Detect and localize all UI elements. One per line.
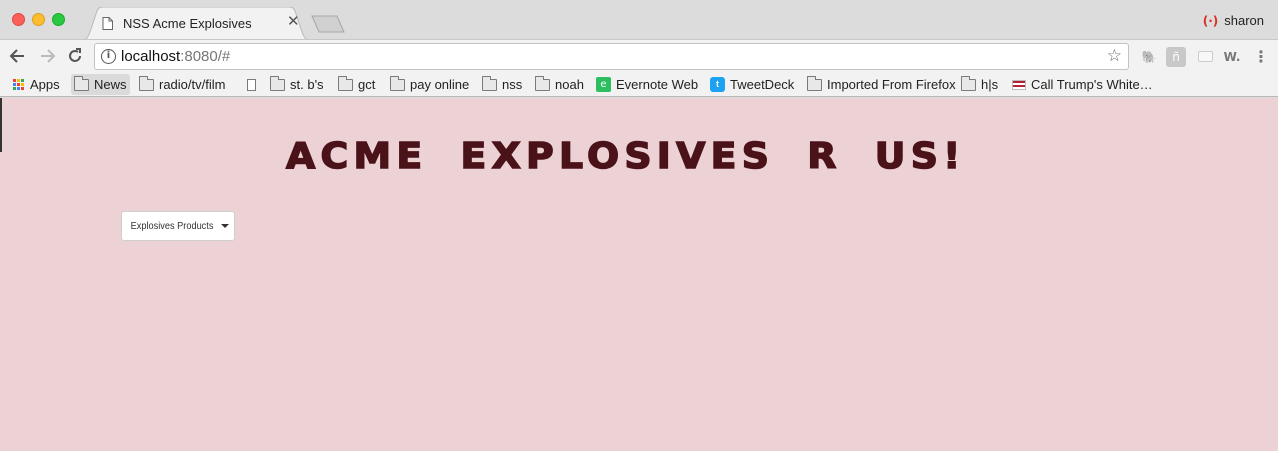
title-bar: NSS Acme Explosives ✕ (·) sharon bbox=[0, 0, 1278, 40]
new-tab-button[interactable] bbox=[310, 15, 346, 38]
bookmark-label: noah bbox=[555, 77, 584, 92]
bookmark-hs[interactable]: h|s bbox=[958, 74, 1001, 95]
folder-icon bbox=[807, 75, 822, 91]
info-icon[interactable]: i bbox=[101, 49, 116, 64]
bookmark-label: pay online bbox=[410, 77, 470, 92]
tab-title: NSS Acme Explosives bbox=[123, 16, 252, 31]
bookmark-nss[interactable]: nss bbox=[479, 74, 525, 95]
bookmark-evernote-web[interactable]: e Evernote Web bbox=[593, 74, 701, 95]
folder-icon bbox=[482, 75, 497, 91]
bookmark-star-icon[interactable]: ☆ bbox=[1107, 46, 1122, 66]
bookmark-page[interactable] bbox=[244, 74, 259, 95]
forward-arrow-icon bbox=[41, 49, 56, 63]
close-tab-icon[interactable]: ✕ bbox=[287, 14, 300, 30]
profile-name: sharon bbox=[1224, 13, 1264, 28]
evernote-extension-icon[interactable]: 🐘 bbox=[1139, 47, 1159, 67]
bookmark-pay-online[interactable]: pay online bbox=[387, 74, 472, 95]
url-text[interactable]: localhost:8080/# bbox=[121, 48, 230, 65]
bookmark-st-bs[interactable]: st. b's bbox=[267, 74, 327, 95]
bookmark-tweetdeck[interactable]: t TweetDeck bbox=[707, 74, 797, 95]
page-heading: ACME EXPLOSIVES R US! bbox=[285, 135, 966, 178]
folder-icon bbox=[390, 75, 405, 91]
bookmark-imported-from-firefox[interactable]: Imported From Firefox bbox=[804, 74, 959, 95]
page-content: ACME EXPLOSIVES R US! Explosives Product… bbox=[0, 98, 1278, 451]
bookmark-label: Imported From Firefox bbox=[827, 77, 956, 92]
w-extension-icon[interactable]: W. bbox=[1222, 47, 1242, 67]
folder-icon bbox=[139, 75, 154, 91]
back-button[interactable] bbox=[8, 46, 28, 66]
browser-toolbar: i localhost:8080/# ☆ 🐘 ñ W. ⋮ bbox=[0, 39, 1278, 72]
lastpass-extension-icon[interactable]: ñ bbox=[1166, 47, 1186, 67]
profile-sync-icon: (·) bbox=[1202, 13, 1219, 28]
apps-grid-icon bbox=[13, 78, 25, 91]
evernote-icon: e bbox=[596, 77, 611, 92]
bookmarks-bar: Apps News radio/tv/film st. b's gct pay … bbox=[0, 72, 1278, 97]
forward-button[interactable] bbox=[37, 46, 57, 66]
bookmark-label: st. b's bbox=[290, 77, 324, 92]
minimize-window-button[interactable] bbox=[32, 13, 45, 26]
folder-icon bbox=[270, 75, 285, 91]
url-host: localhost bbox=[121, 48, 181, 65]
close-window-button[interactable] bbox=[12, 13, 25, 26]
bookmark-label: Call Trump's White… bbox=[1031, 77, 1153, 92]
bookmark-news[interactable]: News bbox=[71, 74, 130, 95]
bookmark-radio-tv-film[interactable]: radio/tv/film bbox=[136, 74, 228, 95]
bookmark-label: TweetDeck bbox=[730, 77, 795, 92]
bookmark-apps[interactable]: Apps bbox=[10, 74, 63, 95]
bookmark-label: Evernote Web bbox=[616, 77, 699, 92]
tweetdeck-icon: t bbox=[710, 77, 725, 92]
address-bar[interactable]: i localhost:8080/# ☆ bbox=[94, 43, 1129, 70]
bookmark-label: nss bbox=[502, 77, 523, 92]
bookmark-noah[interactable]: noah bbox=[532, 74, 587, 95]
dropdown-label: Explosives Products bbox=[131, 220, 214, 232]
bookmark-label: News bbox=[94, 77, 127, 92]
page-edge-divider bbox=[0, 98, 2, 152]
page-icon bbox=[247, 78, 256, 91]
folder-icon bbox=[535, 75, 550, 91]
blank-extension-icon[interactable] bbox=[1195, 47, 1215, 67]
url-path: :8080/# bbox=[180, 48, 231, 65]
bookmark-call-trump[interactable]: Call Trump's White… bbox=[1009, 74, 1156, 95]
tab-active[interactable]: NSS Acme Explosives ✕ bbox=[80, 7, 312, 40]
reload-icon bbox=[69, 48, 81, 62]
bookmark-label: h|s bbox=[981, 77, 999, 92]
bookmark-gct[interactable]: gct bbox=[335, 74, 378, 95]
reload-button[interactable] bbox=[65, 46, 85, 66]
folder-icon bbox=[74, 75, 89, 91]
caret-down-icon bbox=[220, 224, 229, 228]
bookmark-label: gct bbox=[358, 77, 376, 92]
bookmark-label: radio/tv/film bbox=[159, 77, 226, 92]
explosives-products-dropdown[interactable]: Explosives Products bbox=[121, 211, 235, 241]
profile-button[interactable]: (·) sharon bbox=[1203, 13, 1264, 28]
folder-icon bbox=[961, 75, 976, 91]
bookmark-label: Apps bbox=[30, 77, 60, 92]
folder-icon bbox=[338, 75, 353, 91]
back-arrow-icon bbox=[9, 49, 24, 63]
menu-icon[interactable]: ⋮ bbox=[1251, 47, 1271, 67]
maximize-window-button[interactable] bbox=[52, 13, 65, 26]
flag-icon bbox=[1012, 79, 1026, 90]
